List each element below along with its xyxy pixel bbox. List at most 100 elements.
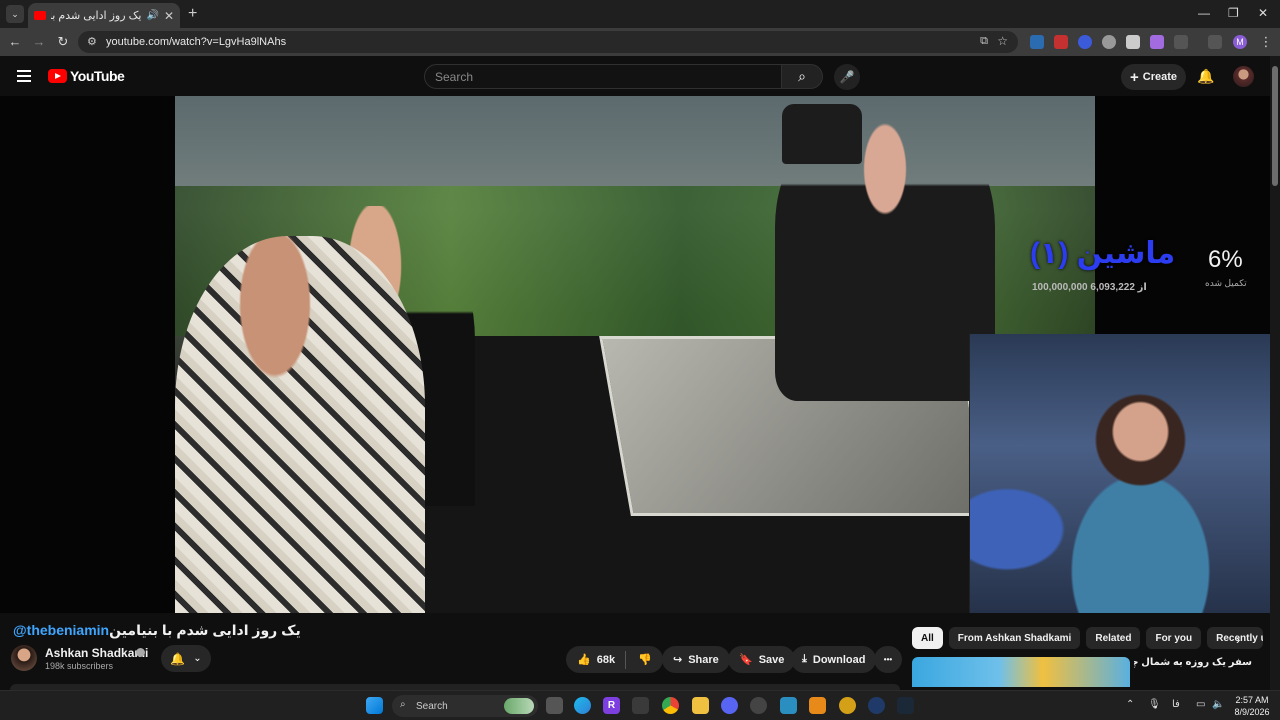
like-count: 68k bbox=[596, 653, 616, 666]
reload-button[interactable]: ↻ bbox=[55, 34, 71, 50]
notifications-bell-icon[interactable]: 🔔 bbox=[1197, 68, 1214, 85]
save-button[interactable]: 🔖 Save bbox=[728, 646, 796, 673]
video-person-1 bbox=[175, 236, 425, 613]
like-button[interactable]: 👍 68k bbox=[577, 653, 616, 667]
extension-3-icon[interactable] bbox=[1078, 35, 1092, 49]
new-tab-button[interactable]: + bbox=[188, 5, 197, 23]
tray-overflow-chevron-icon[interactable]: ⌃ bbox=[1126, 699, 1134, 710]
channel-name[interactable]: Ashkan Shadkami bbox=[45, 646, 148, 660]
shield-extension-icon[interactable] bbox=[1126, 35, 1140, 49]
chip-related[interactable]: Related bbox=[1086, 627, 1141, 649]
bell-icon: 🔔 bbox=[170, 651, 186, 666]
scrollbar-thumb[interactable] bbox=[1272, 66, 1278, 186]
browser-toolbar: ← → ↻ ⚙ youtube.com/watch?v=LgvHa9lNAhs … bbox=[0, 28, 1280, 56]
youtube-favicon-icon bbox=[34, 11, 46, 20]
extension-1-icon[interactable] bbox=[1030, 35, 1044, 49]
tray-language[interactable]: فا bbox=[1172, 699, 1180, 710]
tab-search-button[interactable]: ⌄ bbox=[6, 5, 24, 23]
app-cube-icon[interactable] bbox=[632, 697, 649, 714]
edge-icon[interactable] bbox=[574, 697, 591, 714]
tray-mic-icon[interactable]: 🎙 bbox=[1148, 699, 1161, 710]
subscriber-count: 198k subscribers bbox=[45, 661, 114, 671]
video-title-handle-link[interactable]: @thebeniamin bbox=[13, 622, 109, 638]
youtube-logo[interactable]: YouTube bbox=[48, 68, 125, 84]
bookmark-star-icon[interactable]: ☆ bbox=[997, 34, 1008, 48]
more-actions-button[interactable]: ••• bbox=[874, 646, 902, 673]
download-button[interactable]: ⤓ Download bbox=[791, 646, 877, 673]
windows-taskbar: ⌕ Search R ⌃ 🎙 فا ▭ 🔈 2:57 AM 8/9/2026 bbox=[0, 690, 1280, 720]
channel-avatar[interactable] bbox=[11, 645, 37, 671]
donation-goal-percent-label: تکمیل شده bbox=[1205, 278, 1247, 288]
chips-next-chevron-icon[interactable]: › bbox=[1236, 632, 1240, 647]
discord-icon[interactable] bbox=[721, 697, 738, 714]
app-yellow-icon[interactable] bbox=[839, 697, 856, 714]
app-v-icon[interactable] bbox=[780, 697, 797, 714]
subscribed-bell-button[interactable]: 🔔 ⌄ bbox=[161, 645, 211, 672]
chip-from-channel[interactable]: From Ashkan Shadkami bbox=[948, 627, 1081, 649]
donation-goal-progress: 100,000,000 از 6,093,222 bbox=[1032, 282, 1147, 293]
thumbs-down-icon: 👎 bbox=[638, 654, 652, 666]
tab-title: یک روز ادایی شدم با بنیامین bbox=[51, 10, 142, 22]
chrome-icon[interactable] bbox=[662, 697, 679, 714]
address-bar[interactable]: ⚙ youtube.com/watch?v=LgvHa9lNAhs ⧉ ☆ bbox=[78, 31, 1018, 53]
save-label: Save bbox=[758, 653, 785, 666]
donation-goal-percent: 6% bbox=[1208, 246, 1243, 273]
chip-all[interactable]: All bbox=[912, 627, 943, 649]
minimize-button[interactable]: — bbox=[1198, 6, 1210, 20]
video-frame[interactable] bbox=[175, 96, 1115, 613]
search-input[interactable]: Search bbox=[424, 64, 782, 89]
extension-5-icon[interactable] bbox=[1150, 35, 1164, 49]
page-scrollbar[interactable] bbox=[1270, 56, 1280, 690]
create-button[interactable]: + Create bbox=[1121, 64, 1186, 90]
menu-hamburger-icon[interactable] bbox=[17, 70, 31, 85]
microphone-icon: 🎤 bbox=[839, 70, 855, 84]
extension-2-icon[interactable] bbox=[1054, 35, 1068, 49]
app-blue-circle-icon[interactable] bbox=[868, 697, 885, 714]
site-info-icon[interactable]: ⚙ bbox=[87, 35, 97, 48]
search-icon: ⌕ bbox=[798, 68, 806, 84]
file-explorer-icon[interactable] bbox=[692, 697, 709, 714]
chrome-menu-icon[interactable]: ⋮ bbox=[1258, 34, 1274, 50]
recommended-video-thumbnail[interactable] bbox=[912, 657, 1130, 687]
video-player[interactable]: ماشین (۱) 100,000,000 از 6,093,222 6% تک… bbox=[0, 96, 1270, 613]
reading-list-icon[interactable] bbox=[1208, 35, 1222, 49]
dislike-button[interactable]: 👎 bbox=[638, 653, 652, 666]
video-title-text: یک روز ادایی شدم با بنیامین bbox=[109, 622, 301, 638]
r-app-icon[interactable]: R bbox=[603, 697, 620, 714]
taskbar-search-icon: ⌕ bbox=[400, 699, 406, 710]
search-button[interactable]: ⌕ bbox=[781, 64, 823, 89]
tray-volume-icon[interactable]: 🔈 bbox=[1212, 699, 1224, 710]
windows-start-icon[interactable] bbox=[366, 697, 383, 714]
profile-avatar[interactable]: M bbox=[1233, 35, 1247, 49]
cast-icon[interactable]: ⧉ bbox=[980, 35, 988, 48]
url-text: youtube.com/watch?v=LgvHa9lNAhs bbox=[106, 36, 287, 48]
back-button[interactable]: ← bbox=[7, 34, 23, 49]
voice-search-button[interactable]: 🎤 bbox=[834, 64, 860, 90]
taskbar-clock[interactable]: 2:57 AM 8/9/2026 bbox=[1230, 694, 1274, 718]
tab-close-icon[interactable]: ✕ bbox=[164, 9, 174, 23]
recommended-video-title[interactable]: سفر یک روزه به شمال چهارتایی 😂 bbox=[1134, 657, 1252, 668]
tab-audio-icon[interactable]: 🔊 bbox=[146, 10, 158, 21]
tray-network-icon[interactable]: ▭ bbox=[1196, 699, 1205, 710]
browser-tab[interactable]: یک روز ادایی شدم با بنیامین 🔊 ✕ bbox=[28, 3, 180, 28]
restore-button[interactable]: ❐ bbox=[1228, 6, 1239, 20]
chip-for-you[interactable]: For you bbox=[1146, 627, 1202, 649]
share-icon: ↪ bbox=[673, 654, 683, 666]
share-label: Share bbox=[688, 653, 719, 666]
video-title: @thebeniaminیک روز ادایی شدم با بنیامین bbox=[13, 622, 893, 639]
share-button[interactable]: ↪ Share bbox=[662, 646, 730, 673]
download-icon: ⤓ bbox=[802, 653, 807, 665]
donation-goal-title: ماشین (۱) bbox=[1030, 237, 1176, 270]
app-orange-icon[interactable] bbox=[809, 697, 826, 714]
task-view-icon[interactable] bbox=[546, 697, 563, 714]
forward-button[interactable]: → bbox=[31, 34, 47, 49]
browser-tabstrip: ⌄ یک روز ادایی شدم با بنیامین 🔊 ✕ + — ❐ … bbox=[0, 0, 1280, 28]
taskbar-search-input[interactable]: ⌕ Search bbox=[392, 695, 538, 717]
account-avatar[interactable] bbox=[1233, 66, 1254, 87]
bookmark-icon: 🔖 bbox=[739, 654, 753, 666]
steam-icon[interactable] bbox=[897, 697, 914, 714]
extensions-puzzle-icon[interactable] bbox=[1174, 35, 1188, 49]
close-window-button[interactable]: ✕ bbox=[1258, 6, 1268, 20]
extension-4-icon[interactable] bbox=[1102, 35, 1116, 49]
clock-app-icon[interactable] bbox=[750, 697, 767, 714]
